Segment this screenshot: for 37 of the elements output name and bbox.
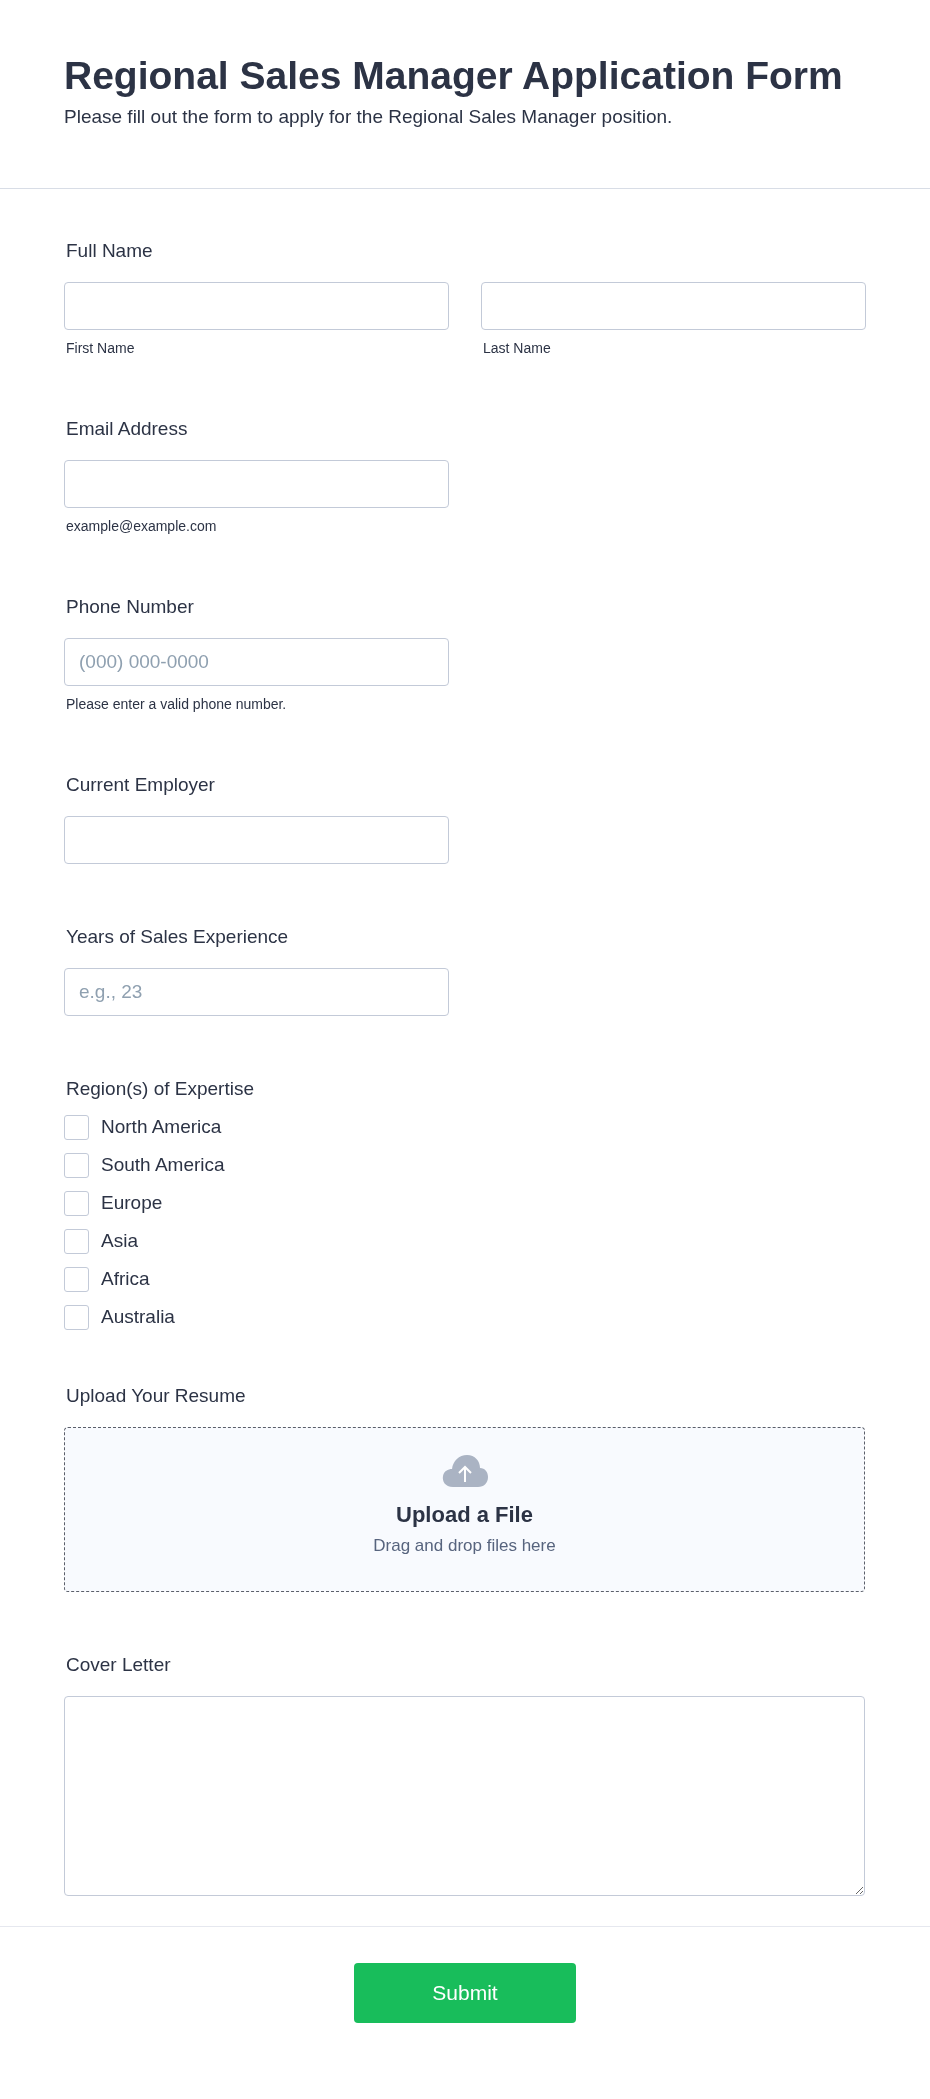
field-label: Cover Letter xyxy=(66,1653,172,1677)
checkbox-label: North America xyxy=(101,1116,222,1138)
checkbox[interactable] xyxy=(64,1266,89,1292)
field-sublabel: First Name xyxy=(66,340,136,356)
text-area[interactable] xyxy=(64,1696,865,1896)
field-label: Phone Number xyxy=(66,595,195,619)
cloud-upload-icon xyxy=(440,1454,489,1488)
text-field[interactable]: (000) 000-0000 xyxy=(64,638,449,686)
upload-title: Upload a File xyxy=(396,1502,533,1528)
text-field[interactable] xyxy=(64,282,449,330)
checkbox-label: Europe xyxy=(101,1192,163,1214)
field-label: Email Address xyxy=(66,417,189,441)
field-label: Years of Sales Experience xyxy=(66,925,290,949)
checkbox-label: Africa xyxy=(101,1268,150,1290)
checkbox[interactable] xyxy=(64,1304,89,1330)
checkbox[interactable] xyxy=(64,1190,89,1216)
checkbox[interactable] xyxy=(64,1114,89,1140)
checkbox[interactable] xyxy=(64,1228,89,1254)
checkbox-label: Asia xyxy=(101,1230,138,1252)
field-label: Full Name xyxy=(66,239,154,263)
field-label: Current Employer xyxy=(66,773,216,797)
field-sublabel: Last Name xyxy=(483,340,552,356)
file-drop-zone[interactable]: Upload a File Drag and drop files here xyxy=(64,1427,865,1592)
text-field[interactable] xyxy=(64,460,449,508)
field-sublabel: example@example.com xyxy=(66,518,218,534)
text-field[interactable] xyxy=(64,816,449,864)
text-field[interactable]: e.g., 23 xyxy=(64,968,449,1016)
checkbox-label: Australia xyxy=(101,1306,175,1328)
text-field[interactable] xyxy=(481,282,866,330)
field-label: Region(s) of Expertise xyxy=(66,1077,255,1101)
checkbox[interactable] xyxy=(64,1152,89,1178)
checkbox-label: South America xyxy=(101,1154,225,1176)
field-label: Upload Your Resume xyxy=(66,1384,247,1408)
upload-hint: Drag and drop files here xyxy=(373,1536,556,1556)
form-title: Regional Sales Manager Application Form xyxy=(64,53,844,99)
field-sublabel: Please enter a valid phone number. xyxy=(66,696,288,712)
form-subtitle: Please fill out the form to apply for the Regional Sales Manager position. xyxy=(64,105,674,129)
